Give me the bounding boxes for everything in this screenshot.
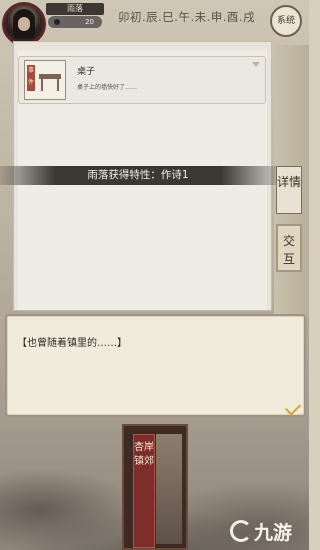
event-card[interactable]: 事件 桌子 桌子上的墙快好了……	[18, 56, 266, 104]
tab-details[interactable]: 详情	[276, 166, 302, 214]
tab-interact[interactable]: 交互	[276, 224, 302, 272]
nine-game-logo-icon	[230, 520, 252, 542]
player-name: 雨落	[46, 3, 104, 15]
table-leg	[41, 79, 43, 91]
trait-gained-banner: 雨落获得特性：作诗1	[0, 166, 276, 185]
expand-arrow-icon[interactable]	[252, 62, 260, 67]
level-icon	[54, 19, 60, 25]
player-avatar[interactable]	[2, 2, 46, 46]
event-seal: 事件	[27, 65, 35, 91]
top-bar: 雨落 20 卯初.辰.巳.午.未.申.酉.戌 系统	[0, 0, 309, 46]
player-level: 20	[85, 18, 94, 26]
player-level-plate: 20	[48, 16, 102, 28]
table-leg	[57, 79, 59, 91]
dialog-text: 【也曾随着镇里的……】	[17, 338, 127, 349]
watermark-text: 九游	[254, 522, 293, 544]
dialog-box[interactable]: 【也曾随着镇里的……】	[5, 314, 306, 417]
table-icon: 事件	[24, 60, 66, 100]
watermark-logo: 九游	[230, 518, 306, 546]
book-spine-label: 杏岸镇郊	[133, 434, 155, 548]
book-page	[156, 434, 182, 544]
event-description: 桌子上的墙快好了……	[77, 84, 138, 91]
system-button[interactable]: 系统	[270, 5, 302, 37]
time-period-bar: 卯初.辰.巳.午.未.申.酉.戌	[118, 10, 256, 24]
location-book[interactable]: 杏岸镇郊	[122, 424, 188, 550]
event-title: 桌子	[77, 67, 96, 77]
avatar-face	[18, 17, 30, 31]
